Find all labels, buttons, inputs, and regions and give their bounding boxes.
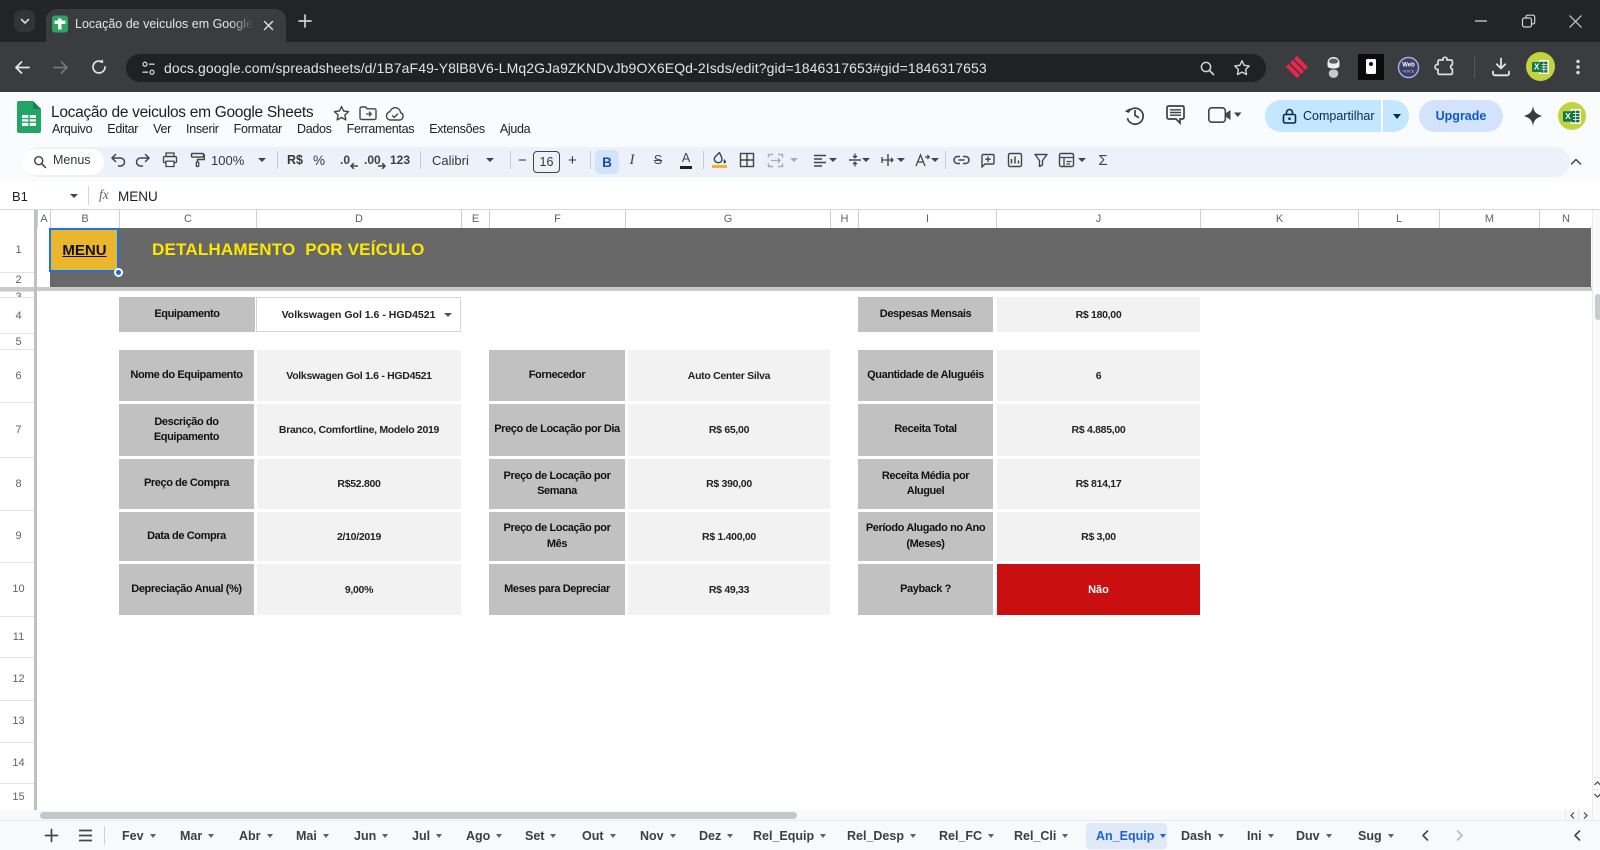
svg-text:VOICE: VOICE [1402,69,1414,73]
svg-text:Web: Web [1402,62,1415,68]
svg-text:X: X [1534,62,1540,71]
svg-text:X: X [1565,111,1571,121]
